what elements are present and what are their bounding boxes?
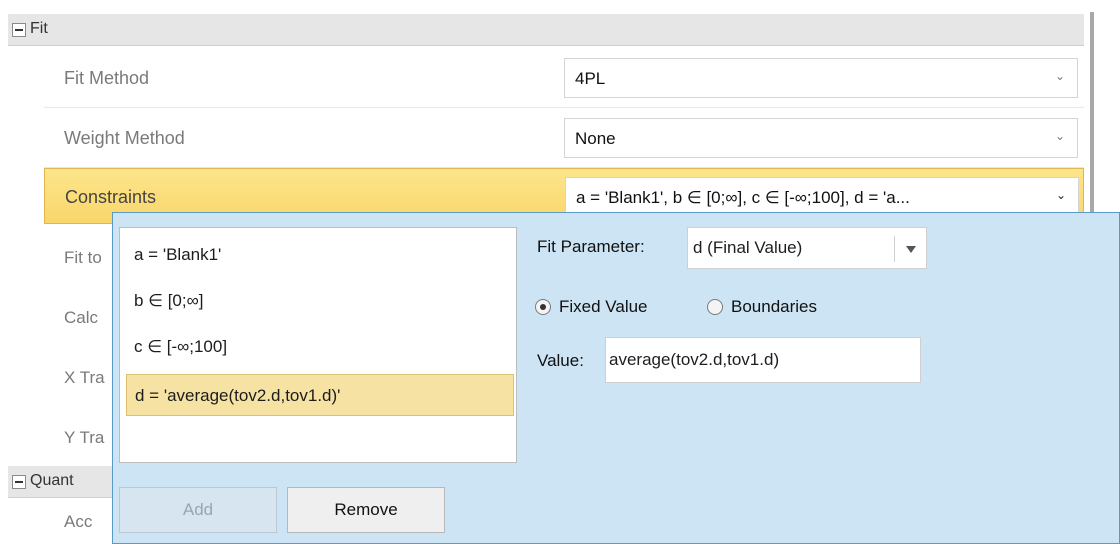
fit-method-dropdown[interactable]: 4PL ⌄ <box>564 58 1078 98</box>
fit-parameter-select[interactable]: d (Final Value) <box>687 227 927 269</box>
property-name: Weight Method <box>64 128 185 148</box>
property-name: Calc <box>64 308 99 327</box>
value-label: Value: <box>537 351 584 370</box>
chevron-down-icon[interactable]: ⌄ <box>1056 188 1066 202</box>
constraints-dropdown[interactable]: a = 'Blank1', b ∈ [0;∞], c ∈ [-∞;100], d… <box>565 177 1079 217</box>
boundaries-radio[interactable] <box>707 299 723 315</box>
constraints-list[interactable]: a = 'Blank1' b ∈ [0;∞] c ∈ [-∞;100] d = … <box>119 227 517 463</box>
fixed-value-label[interactable]: Fixed Value <box>559 297 648 317</box>
value-input[interactable]: average(tov2.d,tov1.d) <box>605 337 921 383</box>
list-item-text: d = 'average(tov2.d,tov1.d)' <box>135 386 341 405</box>
dropdown-value: None <box>575 129 616 148</box>
remove-button[interactable]: Remove <box>287 487 445 533</box>
property-name: Y Tra <box>64 428 105 447</box>
fit-parameter-label: Fit Parameter: <box>537 237 645 256</box>
collapse-icon[interactable] <box>12 23 26 37</box>
constraints-editor-popup: a = 'Blank1' b ∈ [0;∞] c ∈ [-∞;100] d = … <box>112 212 1120 544</box>
category-label: Quant <box>30 472 74 489</box>
category-label: Fit <box>30 20 48 37</box>
list-item-text: a = 'Blank1' <box>134 245 222 264</box>
list-item-selected[interactable]: d = 'average(tov2.d,tov1.d)' <box>126 374 514 416</box>
value-input-text: average(tov2.d,tov1.d) <box>609 350 780 369</box>
property-name: Fit Method <box>64 68 150 88</box>
weight-method-dropdown[interactable]: None ⌄ <box>564 118 1078 158</box>
list-item[interactable]: c ∈ [-∞;100] <box>126 326 514 368</box>
caret-down-icon[interactable] <box>906 246 916 253</box>
dropdown-value: 4PL <box>575 69 606 88</box>
property-name: Constraints <box>65 187 157 207</box>
property-name: Acc <box>64 512 93 531</box>
list-item-text: b ∈ [0;∞] <box>134 291 204 310</box>
property-name: Fit to <box>64 248 102 267</box>
add-button[interactable]: Add <box>119 487 277 533</box>
category-fit[interactable]: Fit <box>8 14 1084 46</box>
select-value: d (Final Value) <box>693 238 803 257</box>
property-name: X Tra <box>64 368 105 387</box>
list-item[interactable]: b ∈ [0;∞] <box>126 280 514 322</box>
boundaries-label[interactable]: Boundaries <box>731 297 817 317</box>
chevron-down-icon[interactable]: ⌄ <box>1055 69 1065 83</box>
row-weight-method[interactable]: Weight Method None ⌄ <box>44 108 1084 168</box>
fixed-value-radio[interactable] <box>535 299 551 315</box>
chevron-down-icon[interactable]: ⌄ <box>1055 129 1065 143</box>
dropdown-value: a = 'Blank1', b ∈ [0;∞], c ∈ [-∞;100], d… <box>576 188 910 207</box>
row-fit-method[interactable]: Fit Method 4PL ⌄ <box>44 48 1084 108</box>
list-item[interactable]: a = 'Blank1' <box>126 234 514 276</box>
combo-separator <box>894 236 895 262</box>
list-item-text: c ∈ [-∞;100] <box>134 337 228 356</box>
collapse-icon[interactable] <box>12 475 26 489</box>
